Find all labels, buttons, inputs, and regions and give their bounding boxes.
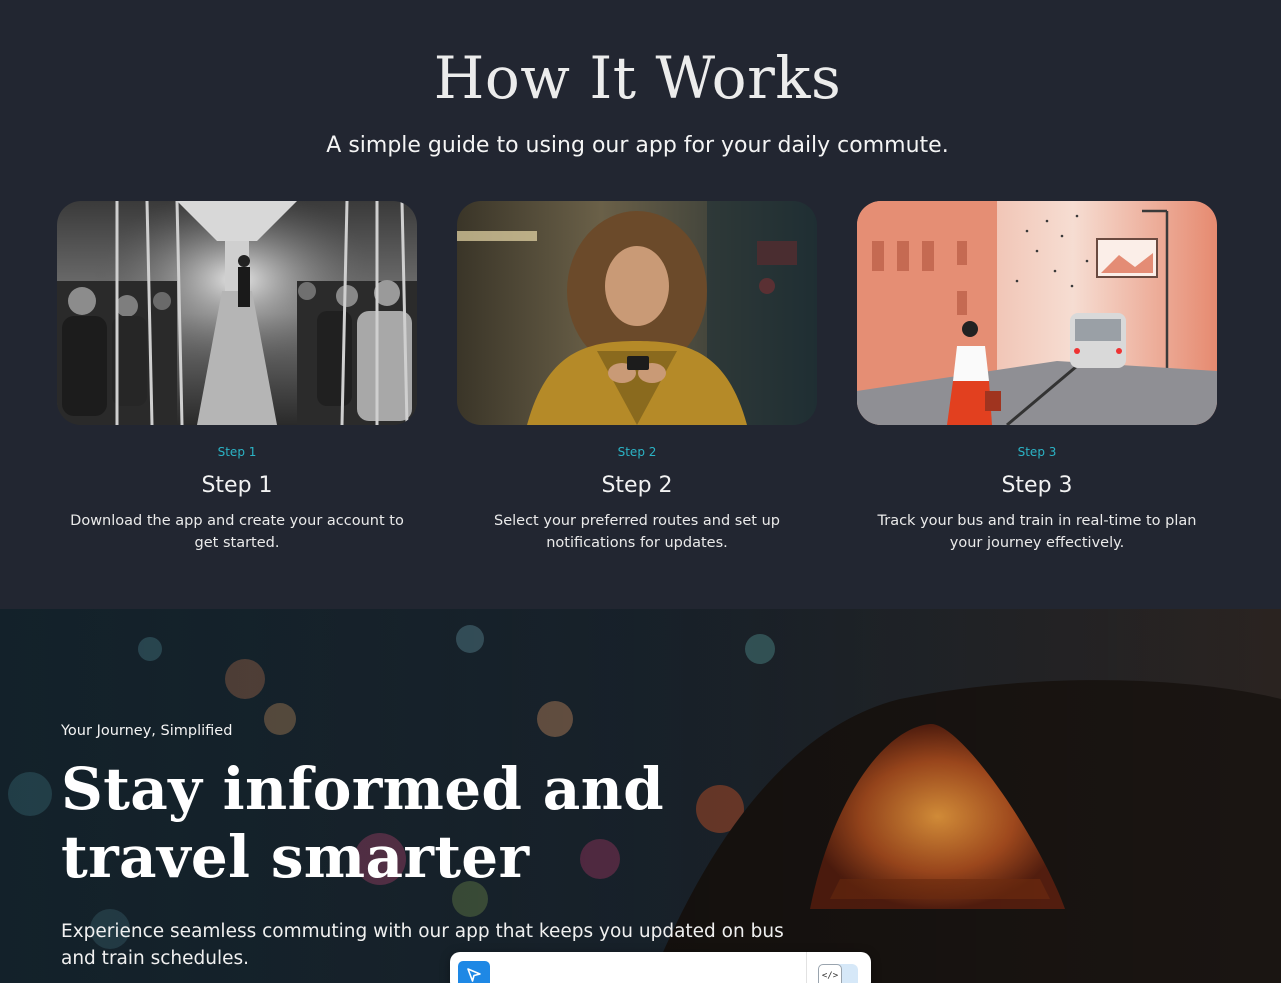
step-description: Track your bus and train in real-time to…: [877, 513, 1197, 551]
step-description: Select your preferred routes and set up …: [494, 513, 780, 551]
code-icon: </>: [818, 964, 842, 983]
step-description: Download the app and create your account…: [70, 513, 404, 551]
editor-toolbar: </>: [450, 952, 871, 983]
hero-section: Your Journey, Simplified Stay informed a…: [0, 609, 1281, 983]
subway-car-image: [57, 201, 417, 425]
street-bus-illustration: [857, 201, 1217, 425]
step-eyebrow: Step 3: [1017, 445, 1057, 459]
hero-title: Stay informed and travel smarter: [61, 755, 664, 891]
how-it-works-section: How It Works A simple guide to using our…: [0, 0, 1281, 609]
step-eyebrow: Step 2: [617, 445, 657, 459]
step-card-1: Step 1 Step 1 Download the app and creat…: [57, 201, 417, 554]
step-title: Step 1: [201, 473, 273, 498]
step-title: Step 2: [601, 473, 673, 498]
section-title: How It Works: [433, 44, 842, 112]
code-view-button[interactable]: </>: [818, 964, 858, 983]
hero-eyebrow: Your Journey, Simplified: [61, 723, 233, 739]
toolbar-divider: [806, 952, 807, 983]
step-eyebrow: Step 1: [217, 445, 257, 459]
section-subtitle: A simple guide to using our app for your…: [326, 133, 949, 158]
step-title: Step 3: [1001, 473, 1073, 498]
cursor-arrow-icon[interactable]: [458, 961, 490, 983]
step-card-2: Step 2 Step 2 Select your preferred rout…: [457, 201, 817, 554]
woman-with-phone-image: [457, 201, 817, 425]
step-card-3: Step 3 Step 3 Track your bus and train i…: [857, 201, 1217, 554]
